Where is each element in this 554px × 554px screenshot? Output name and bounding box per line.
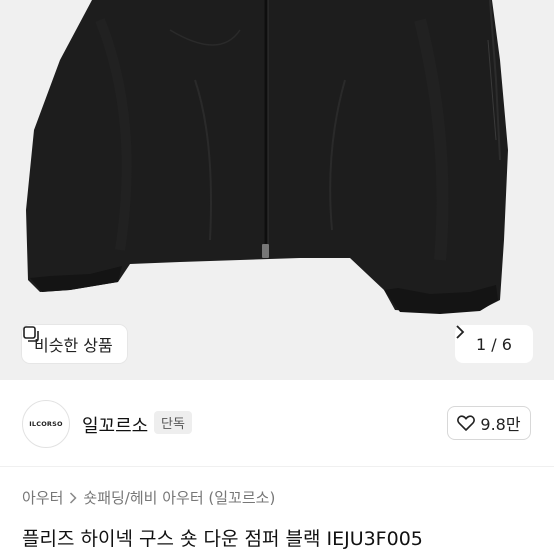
- product-image-gallery[interactable]: 비슷한 상품 1 / 6: [0, 0, 554, 380]
- product-photo-black-jacket: [0, 0, 554, 380]
- like-count: 9.8만: [480, 415, 521, 434]
- exclusive-badge: 단독: [154, 411, 192, 434]
- image-pager[interactable]: 1 / 6: [455, 325, 533, 363]
- similar-items-button[interactable]: 비슷한 상품: [22, 325, 127, 363]
- pager-count: 1 / 6: [476, 334, 512, 354]
- shop-name[interactable]: 일꼬르소: [82, 412, 148, 438]
- shop-info-row: ILCORSO 일꼬르소 단독 9.8만: [0, 398, 554, 452]
- breadcrumb-item-category[interactable]: 숏패딩/헤비 아우터 (일꼬르소): [83, 487, 275, 508]
- similar-items-label: 비슷한 상품: [34, 336, 113, 355]
- heart-outline-icon: [457, 415, 476, 431]
- breadcrumb-item-outer[interactable]: 아우터: [22, 487, 63, 508]
- like-button[interactable]: 9.8만: [447, 406, 531, 440]
- shop-logo-text: ILCORSO: [29, 420, 63, 428]
- shop-avatar[interactable]: ILCORSO: [22, 400, 70, 448]
- chevron-right-icon[interactable]: [455, 325, 465, 339]
- breadcrumb: 아우터 숏패딩/헤비 아우터 (일꼬르소): [22, 487, 275, 508]
- product-title: 플리즈 하이넥 구스 숏 다운 점퍼 블랙 IEJU3F005: [22, 528, 423, 550]
- similar-items-icon: [23, 326, 39, 342]
- chevron-right-icon: [70, 491, 77, 504]
- section-divider: [0, 466, 554, 467]
